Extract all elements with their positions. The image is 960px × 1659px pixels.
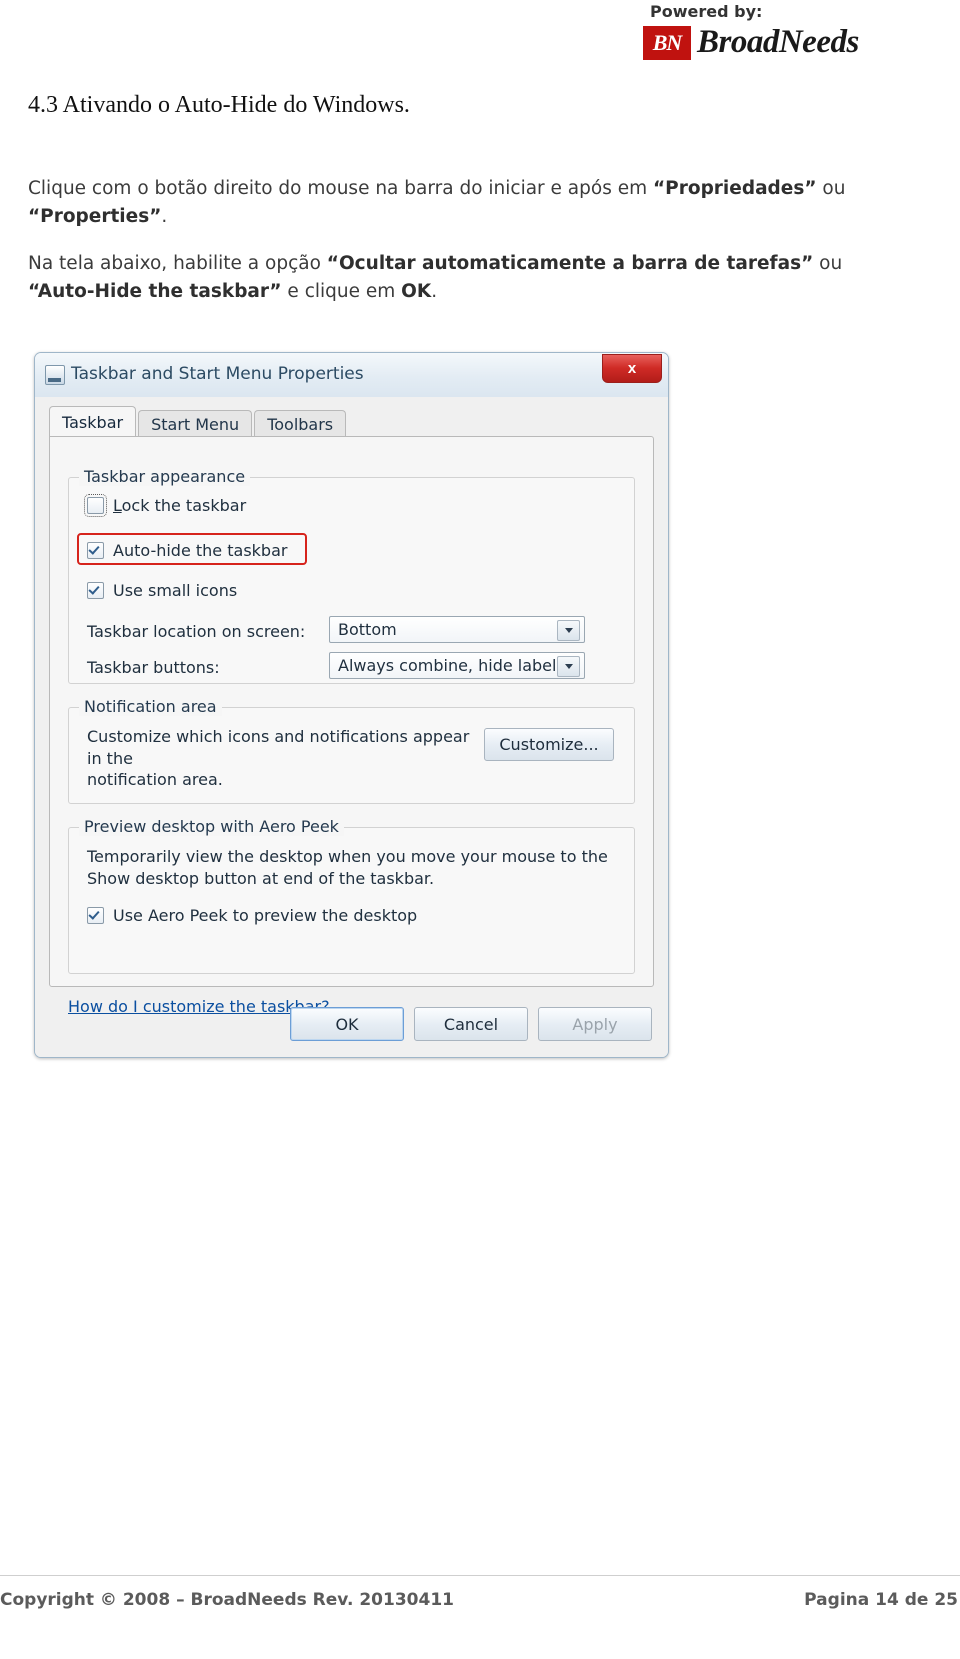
tab-start-menu[interactable]: Start Menu	[138, 410, 253, 437]
page-header: Powered by: BN BroadNeeds	[0, 0, 960, 70]
checkbox-row-small-icons[interactable]: Use small icons	[87, 581, 237, 600]
taskbar-buttons-label: Taskbar buttons:	[87, 658, 220, 677]
para2-text-e: e clique em	[281, 281, 402, 303]
para2-text-c: ou	[813, 253, 843, 274]
dialog-titlebar: Taskbar and Start Menu Properties x	[35, 353, 668, 398]
instruction-paragraph-2: Na tela abaixo, habilite a opção “Oculta…	[28, 250, 908, 306]
use-small-icons-checkbox[interactable]	[87, 582, 104, 599]
aero-peek-label: Use Aero Peek to preview the desktop	[113, 906, 418, 925]
aero-peek-checkbox[interactable]	[87, 907, 104, 924]
auto-hide-taskbar-checkbox[interactable]	[87, 542, 104, 559]
customize-button[interactable]: Customize...	[484, 728, 614, 761]
para1-bold-properties: “Properties”	[28, 206, 162, 228]
footer-page-number: Pagina 14 de 25	[804, 1590, 958, 1610]
tab-toolbars[interactable]: Toolbars	[254, 410, 347, 437]
aero-desc-line2: Show desktop button at end of the taskba…	[87, 868, 435, 888]
taskbar-properties-dialog: Taskbar and Start Menu Properties x Task…	[34, 352, 669, 1058]
powered-by-label: Powered by:	[650, 2, 763, 21]
use-small-icons-label: Use small icons	[113, 581, 238, 600]
taskbar-location-value: Bottom	[338, 620, 397, 639]
taskbar-icon	[45, 365, 65, 385]
taskbar-tab-panel: Taskbar appearance Lock the taskbar Auto…	[49, 436, 654, 1016]
para2-bold-ok: OK	[401, 281, 432, 303]
apply-button[interactable]: Apply	[538, 1007, 652, 1041]
section-heading: 4.3 Ativando o Auto-Hide do Windows.	[28, 92, 410, 118]
ok-button[interactable]: OK	[290, 1007, 404, 1041]
group-aero-peek: Preview desktop with Aero Peek Temporari…	[68, 817, 635, 974]
lock-taskbar-label: Lock the taskbar	[113, 496, 247, 515]
taskbar-location-select[interactable]: Bottom	[329, 616, 585, 643]
instruction-paragraph-1: Clique com o botão direito do mouse na b…	[28, 175, 908, 231]
dialog-button-bar: OK Cancel Apply	[290, 1007, 652, 1041]
para2-text-a: Na tela abaixo, habilite a opção	[28, 253, 327, 274]
para1-bold-propriedades: “Propriedades”	[653, 178, 817, 199]
lock-taskbar-checkbox[interactable]	[84, 494, 107, 517]
footer-divider	[0, 1575, 960, 1576]
group-legend-notification-area: Notification area	[79, 697, 222, 716]
taskbar-location-label: Taskbar location on screen:	[87, 622, 305, 641]
tab-taskbar[interactable]: Taskbar	[49, 406, 137, 437]
chevron-down-icon[interactable]	[557, 620, 580, 641]
group-legend-aero-peek: Preview desktop with Aero Peek	[79, 817, 344, 836]
auto-hide-taskbar-label: Auto-hide the taskbar	[113, 541, 288, 560]
notification-desc-line2: notification area.	[87, 770, 223, 790]
para1-text-a: Clique com o botão direito do mouse na b…	[28, 178, 654, 199]
notification-area-description: Customize which icons and notifications …	[87, 726, 477, 791]
checkbox-row-lock-taskbar[interactable]: Lock the taskbar	[84, 494, 247, 517]
group-taskbar-appearance: Taskbar appearance Lock the taskbar Auto…	[68, 467, 635, 684]
para2-text-g: .	[431, 281, 438, 303]
group-legend-taskbar-appearance: Taskbar appearance	[79, 467, 251, 486]
taskbar-buttons-select[interactable]: Always combine, hide labels	[329, 652, 585, 679]
notification-desc-line1: Customize which icons and notifications …	[87, 727, 470, 768]
group-notification-area: Notification area Customize which icons …	[68, 697, 635, 804]
footer-copyright: Copyright © 2008 – BroadNeeds Rev. 20130…	[0, 1590, 454, 1610]
aero-peek-description: Temporarily view the desktop when you mo…	[87, 846, 617, 889]
broadneeds-logo: BN BroadNeeds	[643, 24, 859, 61]
checkbox-row-aero-peek[interactable]: Use Aero Peek to preview the desktop	[87, 906, 417, 925]
logo-wordmark: BroadNeeds	[697, 24, 859, 60]
dialog-title: Taskbar and Start Menu Properties	[71, 364, 364, 384]
para1-text-c: ou	[816, 178, 846, 199]
para2-bold-autohide: “Auto-Hide the taskbar”	[28, 281, 282, 303]
taskbar-location-text: Taskbar location on screen:	[87, 622, 306, 641]
screenshot-image: Taskbar and Start Menu Properties x Task…	[30, 348, 671, 1064]
para2-bold-ocultar: “Ocultar automaticamente a barra de tare…	[326, 253, 814, 274]
dialog-body: Taskbar Start Menu Toolbars Taskbar appe…	[35, 397, 668, 1057]
close-icon[interactable]: x	[602, 354, 662, 383]
cancel-button[interactable]: Cancel	[414, 1007, 528, 1041]
taskbar-buttons-value: Always combine, hide labels	[338, 656, 565, 675]
dialog-tabs: Taskbar Start Menu Toolbars	[49, 406, 348, 437]
logo-mark: BN	[643, 25, 691, 60]
para1-text-e: .	[161, 206, 168, 228]
aero-desc-line1: Temporarily view the desktop when you mo…	[87, 847, 608, 866]
checkbox-row-auto-hide[interactable]: Auto-hide the taskbar	[87, 541, 287, 560]
chevron-down-icon[interactable]	[557, 656, 580, 677]
taskbar-buttons-text: Taskbar buttons:	[87, 658, 220, 677]
